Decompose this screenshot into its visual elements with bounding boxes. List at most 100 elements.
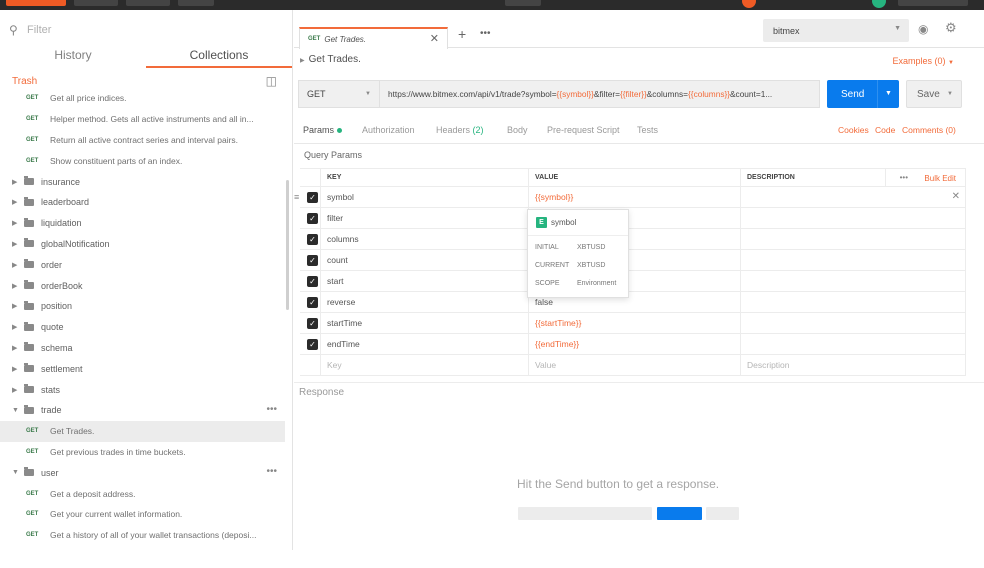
param-description[interactable] [740,334,966,354]
param-description[interactable] [740,250,966,270]
param-key[interactable]: reverse [320,292,528,312]
new-collection-icon[interactable]: ◫ [266,74,277,88]
folder-item[interactable]: ▶ globalNotification [0,234,285,255]
folder-item[interactable]: ▶ quote [0,317,285,338]
sidebar-scrollbar[interactable] [286,180,289,310]
param-description[interactable] [740,187,966,207]
remove-icon[interactable]: ✕ [952,191,960,202]
caret-right-icon[interactable]: ▶ [12,344,24,352]
examples-dropdown[interactable]: Examples (0) ▼ [893,56,954,66]
new-description-input[interactable]: Description [740,355,966,375]
param-description[interactable] [740,208,966,228]
param-checkbox[interactable]: ✓ [307,318,318,329]
tab-history[interactable]: History [0,46,146,68]
new-window-button[interactable] [178,0,214,6]
close-icon[interactable]: ✕ [430,32,439,45]
save-button[interactable]: Save ▼ [906,80,962,108]
status-icon[interactable] [872,0,886,8]
autocomplete-item[interactable]: E symbol [528,210,628,236]
param-checkbox[interactable]: ✓ [307,297,318,308]
param-key[interactable]: filter [320,208,528,228]
folder-item[interactable]: ▶ orderBook [0,275,285,296]
param-checkbox[interactable]: ✓ [307,213,318,224]
param-value[interactable]: {{symbol}} [528,187,740,207]
more-options-icon[interactable]: ••• [900,173,908,182]
request-item[interactable]: GET Get previous trades in time buckets. [0,442,285,463]
new-button[interactable] [6,0,66,6]
caret-down-icon[interactable]: ▼ [12,469,24,476]
tab-headers[interactable]: Headers (2) [436,125,484,135]
caret-right-icon[interactable]: ▶ [12,302,24,310]
tab-prerequest-script[interactable]: Pre-request Script [547,125,620,135]
trash-link[interactable]: Trash [12,76,37,87]
import-button[interactable] [74,0,118,6]
new-value-input[interactable]: Value [528,355,740,375]
comments-link[interactable]: Comments (0) [902,125,956,135]
param-key[interactable]: columns [320,229,528,249]
folder-item[interactable]: ▶ insurance [0,171,285,192]
request-item[interactable]: GET Get a history of all of your wallet t… [0,525,285,546]
folder-item[interactable]: ▼ user ••• [0,462,285,483]
param-key[interactable]: endTime [320,334,528,354]
tab-params[interactable]: Params [303,125,343,135]
param-checkbox[interactable]: ✓ [307,339,318,350]
request-item[interactable]: GET Show constituent parts of an index. [0,150,285,171]
request-name[interactable]: ▶ Get Trades. [300,54,361,65]
caret-right-icon[interactable]: ▶ [12,386,24,394]
bulk-edit-link[interactable]: Bulk Edit [924,174,956,183]
gear-icon[interactable]: ⚙ [945,20,957,36]
request-item[interactable]: GET Get all price indices. [0,88,285,109]
code-link[interactable]: Code [875,125,895,135]
drag-handle-icon[interactable]: ≡ [294,192,299,202]
variable-autocomplete-popup[interactable]: E symbol INITIAL XBTUSD CURRENT XBTUSD SCO… [527,209,629,298]
folder-item[interactable]: ▶ position [0,296,285,317]
folder-item[interactable]: ▶ liquidation [0,213,285,234]
param-description[interactable] [740,292,966,312]
folder-item[interactable]: ▶ stats [0,379,285,400]
request-item[interactable]: GET Get Trades. [0,420,285,442]
param-checkbox[interactable]: ✓ [307,234,318,245]
new-tab-button[interactable]: + [458,26,466,42]
caret-right-icon[interactable]: ▶ [12,219,24,227]
new-key-input[interactable]: Key [320,355,528,375]
folder-item[interactable]: ▶ settlement [0,358,285,379]
request-item[interactable]: GET Get a deposit address. [0,483,285,504]
chevron-down-icon[interactable]: ▼ [877,80,899,108]
tab-authorization[interactable]: Authorization [362,125,415,135]
param-key[interactable]: symbol [320,187,528,207]
caret-down-icon[interactable]: ▼ [12,407,24,414]
url-input[interactable]: https://www.bitmex.com/api/v1/trade?symb… [380,80,820,108]
method-select[interactable]: GET ▼ [298,80,380,108]
sign-in-button[interactable] [898,0,968,6]
folder-item[interactable]: ▶ schema [0,338,285,359]
caret-right-icon[interactable]: ▶ [12,365,24,373]
tab-body[interactable]: Body [507,125,528,135]
sync-icon[interactable] [742,0,756,8]
param-description[interactable] [740,271,966,291]
caret-right-icon[interactable]: ▶ [12,178,24,186]
send-button[interactable]: Send ▼ [827,80,899,108]
param-value[interactable]: {{startTime}} [528,313,740,333]
caret-right-icon[interactable]: ▶ [12,198,24,206]
environment-select[interactable]: bitmex ▼ [763,19,909,42]
param-value[interactable]: {{endTime}} [528,334,740,354]
eye-icon[interactable]: ◉ [918,22,928,36]
more-tabs-button[interactable]: ••• [480,28,491,39]
request-item[interactable]: GET Return all active contract series and… [0,130,285,151]
filter-input[interactable]: ⚲ Filter [5,20,285,40]
caret-right-icon[interactable]: ▶ [12,240,24,248]
invite-button[interactable] [505,0,541,6]
param-checkbox[interactable]: ✓ [307,255,318,266]
param-description[interactable] [740,229,966,249]
caret-right-icon[interactable]: ▶ [12,282,24,290]
param-key[interactable]: startTime [320,313,528,333]
param-description[interactable] [740,313,966,333]
request-item[interactable]: GET Get your current wallet information. [0,504,285,525]
tab-collections[interactable]: Collections [146,46,292,68]
more-options-icon[interactable]: ••• [266,466,277,477]
chevron-down-icon[interactable]: ▼ [947,91,953,97]
param-key[interactable]: count [320,250,528,270]
folder-item[interactable]: ▶ order [0,254,285,275]
more-options-icon[interactable]: ••• [266,404,277,415]
folder-item[interactable]: ▶ leaderboard [0,192,285,213]
